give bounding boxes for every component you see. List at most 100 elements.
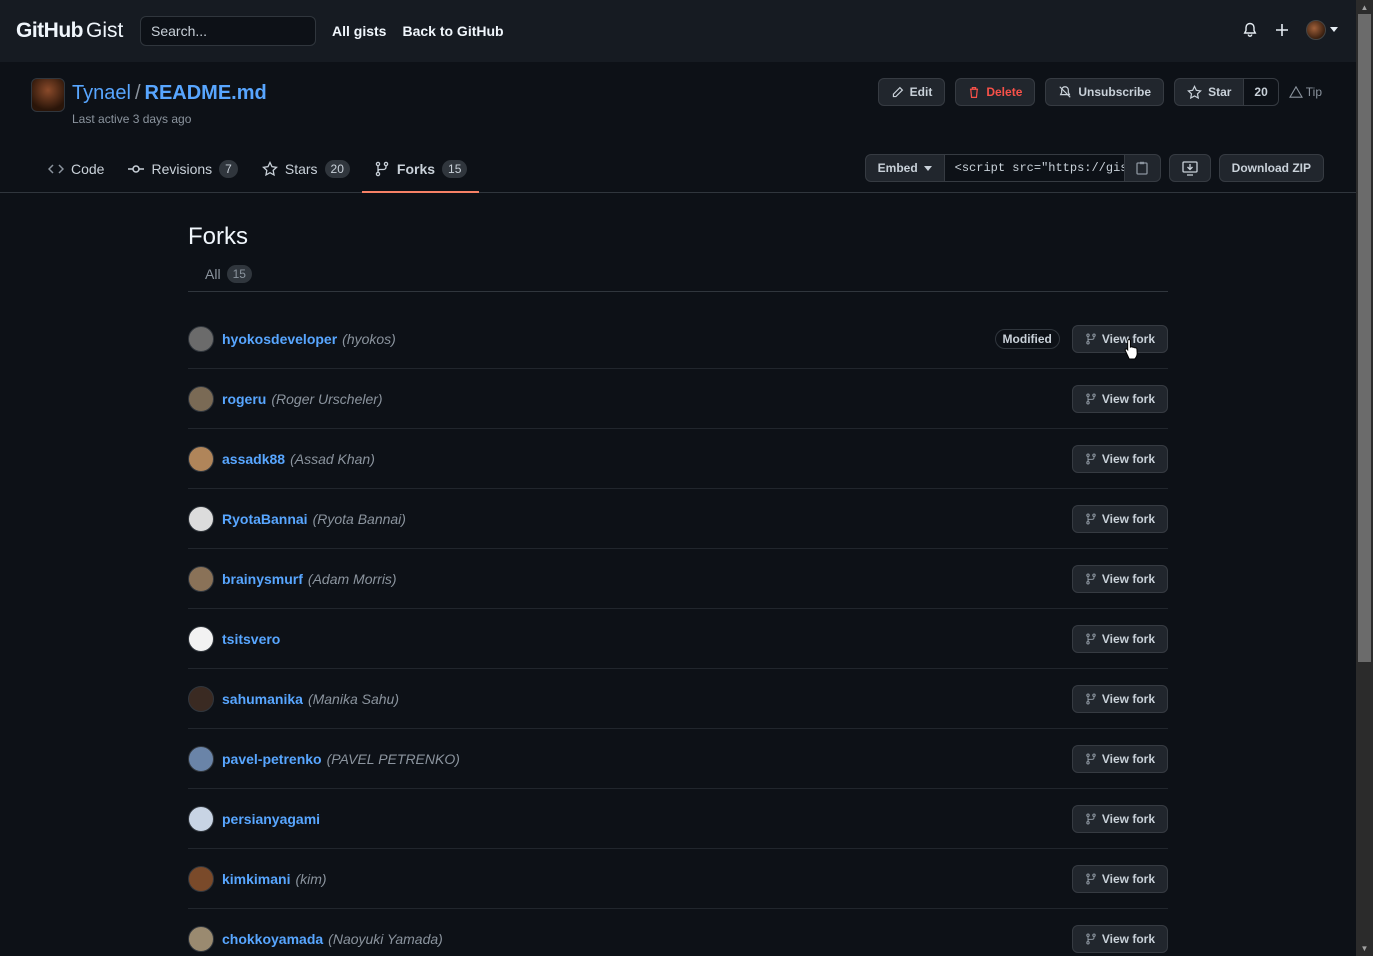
search-input[interactable]: Search... [140,16,316,46]
embed-dropdown[interactable]: Embed [864,154,945,182]
avatar[interactable] [188,865,214,892]
delete-button[interactable]: Delete [955,78,1036,106]
list-item: brainysmurf (Adam Morris) View fork [188,549,1168,609]
embed-group: Embed <script src="https://gist.github.c… [864,154,1161,182]
plus-icon[interactable] [1274,22,1290,38]
view-fork-button[interactable]: View fork [1071,325,1168,353]
filter-all-label: All [205,266,221,282]
gist-header: Tynael / README.md Last active 3 days ago … [0,62,1356,193]
forks-filter-nav: All 15 [188,265,1168,292]
edit-button[interactable]: Edit [877,78,946,106]
avatar[interactable] [188,445,214,472]
fork-list: hyokosdeveloper (hyokos) Modified View fork… [188,309,1168,956]
fork-username-link[interactable]: chokkoyamada [222,931,323,947]
view-fork-button[interactable]: View fork [1071,925,1168,953]
view-fork-label: View fork [1101,392,1155,406]
avatar[interactable] [188,385,214,412]
tip-link[interactable]: Tip [1288,85,1322,99]
avatar[interactable] [188,805,214,832]
view-fork-button[interactable]: View fork [1071,745,1168,773]
tab-forks[interactable]: Forks 15 [361,146,480,193]
user-menu[interactable] [1306,20,1338,40]
view-fork-button[interactable]: View fork [1071,625,1168,653]
fork-username-link[interactable]: persianyagami [222,811,320,827]
desktop-download-button[interactable] [1168,154,1211,182]
fork-username-link[interactable]: rogeru [222,391,266,407]
github-gist-logo[interactable]: GitHub Gist [16,19,123,43]
list-item: rogeru (Roger Urscheler) View fork [188,369,1168,429]
desktop-download-icon [1182,160,1198,176]
fork-fullname: (Assad Khan) [290,450,375,467]
scroll-up-arrow-icon[interactable]: ▲ [1359,2,1370,13]
fork-icon [1085,872,1097,886]
fork-fullname: (kim) [295,870,327,887]
list-item: pavel-petrenko (PAVEL PETRENKO) View fork [188,729,1168,789]
view-fork-button[interactable]: View fork [1071,505,1168,533]
star-button[interactable]: Star [1174,78,1245,106]
fork-actions: View fork [1071,865,1168,893]
caret-down-icon [923,165,932,171]
owner-link[interactable]: Tynael [72,82,131,104]
owner-avatar[interactable] [31,78,65,112]
download-zip-button[interactable]: Download ZIP [1218,154,1324,182]
list-item: RyotaBannai (Ryota Bannai) View fork [188,489,1168,549]
view-fork-label: View fork [1101,572,1155,586]
bell-icon[interactable] [1242,22,1258,38]
tab-revisions[interactable]: Revisions 7 [116,146,249,193]
view-fork-button[interactable]: View fork [1071,565,1168,593]
top-nav: All gists Back to GitHub [332,23,504,39]
fork-username-link[interactable]: assadk88 [222,451,285,467]
scroll-down-arrow-icon[interactable]: ▼ [1359,943,1370,954]
avatar[interactable] [188,505,214,532]
page-title: Forks [188,223,248,250]
avatar[interactable] [188,685,214,712]
avatar[interactable] [188,325,214,352]
view-fork-button[interactable]: View fork [1071,685,1168,713]
filter-all[interactable]: All 15 [205,265,252,283]
list-item: tsitsvero View fork [188,609,1168,669]
view-fork-button[interactable]: View fork [1071,865,1168,893]
gist-tabs: Code Revisions 7 Stars 20 Forks 15 [36,146,480,193]
view-fork-label: View fork [1101,512,1155,526]
list-item: chokkoyamada (Naoyuki Yamada) View fork [188,909,1168,956]
fork-icon [1085,752,1097,766]
tab-code[interactable]: Code [36,146,116,193]
fork-username-link[interactable]: kimkimani [222,871,290,887]
filename-link[interactable]: README.md [145,82,267,104]
list-item: hyokosdeveloper (hyokos) Modified View fork [188,309,1168,369]
fork-username-link[interactable]: RyotaBannai [222,511,308,527]
page-scrollbar[interactable]: ▲ ▼ [1356,0,1373,956]
fork-username-link[interactable]: brainysmurf [222,571,303,587]
all-gists-link[interactable]: All gists [332,23,386,39]
view-fork-button[interactable]: View fork [1071,445,1168,473]
view-fork-button[interactable]: View fork [1071,805,1168,833]
fork-username-link[interactable]: tsitsvero [222,631,280,647]
fork-icon [1085,452,1097,466]
fork-username-link[interactable]: sahumanika [222,691,303,707]
list-item: sahumanika (Manika Sahu) View fork [188,669,1168,729]
avatar[interactable] [188,625,214,652]
avatar[interactable] [188,925,214,952]
mouse-cursor [1124,338,1140,360]
unsubscribe-button[interactable]: Unsubscribe [1045,78,1165,106]
fork-icon [1085,692,1097,706]
fork-actions: View fork [1071,445,1168,473]
unsubscribe-label: Unsubscribe [1078,85,1152,99]
fork-icon [374,161,390,177]
star-count[interactable]: 20 [1244,78,1279,106]
gist-title: Tynael / README.md [72,82,267,105]
avatar[interactable] [188,565,214,592]
tab-stars[interactable]: Stars 20 [250,146,362,193]
embed-url-input[interactable]: <script src="https://gist.github.com/Tyn… [944,154,1125,182]
fork-username-link[interactable]: pavel-petrenko [222,751,322,767]
scroll-thumb[interactable] [1358,14,1371,662]
view-fork-button[interactable]: View fork [1071,385,1168,413]
avatar[interactable] [188,745,214,772]
fork-icon [1085,632,1097,646]
fork-username-link[interactable]: hyokosdeveloper [222,331,337,347]
top-header: GitHub Gist Search... All gists Back to … [0,0,1356,62]
copy-button[interactable] [1124,154,1161,182]
view-fork-label: View fork [1101,872,1155,886]
pencil-icon [891,86,904,99]
back-to-github-link[interactable]: Back to GitHub [402,23,503,39]
